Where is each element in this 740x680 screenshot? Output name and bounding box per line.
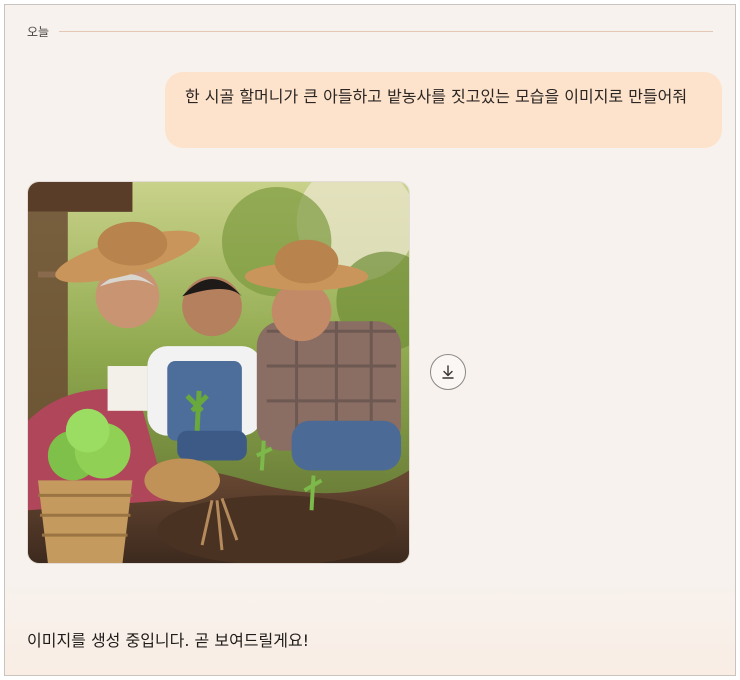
date-divider: 오늘 [27,21,713,41]
download-icon [442,365,454,379]
generated-image-illustration [28,182,409,563]
divider-line [59,30,713,32]
assistant-status-text: 이미지를 생성 중입니다. 곧 보여드릴게요! [27,631,310,650]
download-button[interactable] [430,354,466,390]
date-label: 오늘 [27,24,50,39]
user-message-bubble: 한 시골 할머니가 큰 아들하고 밭농사를 짓고있는 모습을 이미지로 만들어줘 [165,72,722,148]
generated-image[interactable] [27,181,410,564]
assistant-message-area: 이미지를 생성 중입니다. 곧 보여드릴게요! [5,575,735,675]
chat-window: 오늘 한 시골 할머니가 큰 아들하고 밭농사를 짓고있는 모습을 이미지로 만… [4,4,736,676]
